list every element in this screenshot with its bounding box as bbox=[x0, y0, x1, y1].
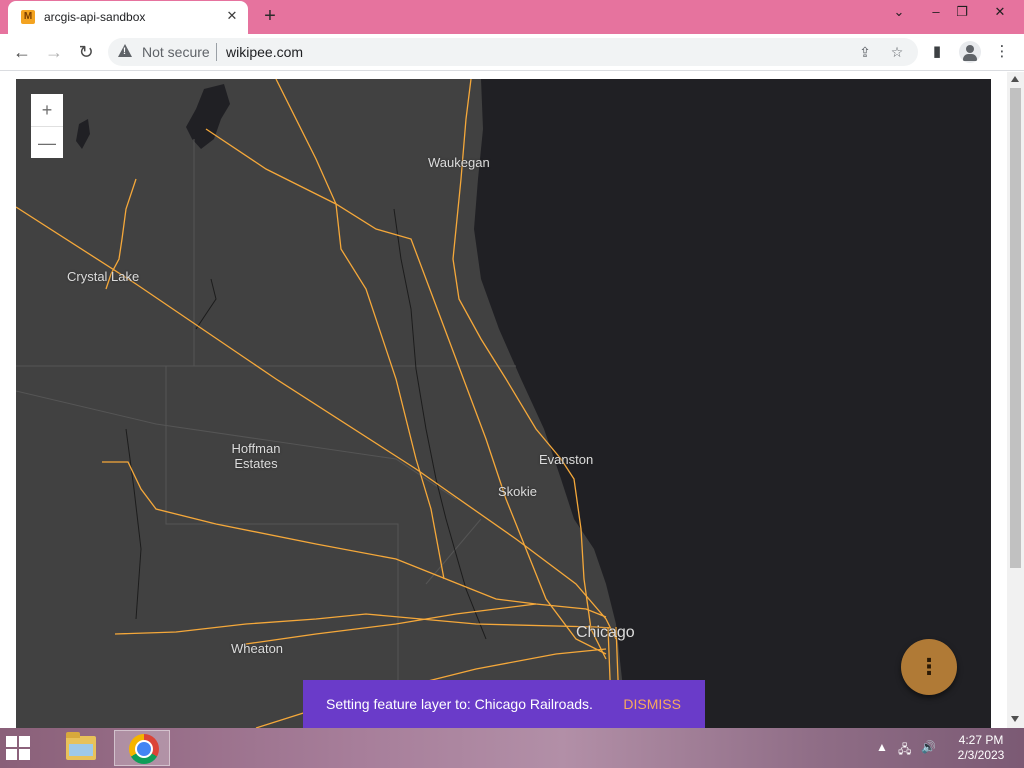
back-button[interactable]: ← bbox=[11, 41, 33, 63]
network-icon[interactable]: 🖧 bbox=[898, 740, 911, 761]
minimize-button[interactable]: – bbox=[926, 4, 946, 20]
map-label-wheaton: Wheaton bbox=[231, 641, 284, 656]
zoom-out-button[interactable]: — bbox=[31, 126, 63, 158]
tab-favicon-icon: M bbox=[21, 10, 35, 24]
map-label-skokie: Skokie bbox=[498, 484, 538, 499]
clock-time: 4:27 PM bbox=[958, 733, 1004, 747]
page-content: + — Waukegan Crystal Lake Hoffman Estate… bbox=[0, 72, 1024, 728]
snackbar: Setting feature layer to: Chicago Railro… bbox=[303, 680, 705, 728]
windows-start-icon[interactable] bbox=[6, 736, 30, 760]
reload-button[interactable]: ↻ bbox=[75, 41, 97, 63]
map-label-chicago: Chicago bbox=[576, 624, 635, 641]
browser-tab-strip: M arcgis-api-sandbox ✕ + ⌄ – ❐ ✕ bbox=[0, 0, 1024, 34]
share-icon[interactable]: ⇪ bbox=[856, 43, 874, 61]
scroll-thumb[interactable] bbox=[1010, 88, 1021, 568]
map-menu-button[interactable]: ⋮ bbox=[901, 639, 957, 695]
warning-icon[interactable] bbox=[118, 44, 132, 57]
scroll-down-arrow-icon[interactable] bbox=[1011, 716, 1019, 722]
profile-avatar-icon[interactable] bbox=[959, 41, 981, 63]
tab-search-button[interactable]: ⌄ bbox=[889, 4, 909, 20]
scroll-up-arrow-icon[interactable] bbox=[1011, 76, 1019, 82]
tab-title: arcgis-api-sandbox bbox=[44, 10, 146, 24]
basemap bbox=[16, 79, 991, 728]
address-bar[interactable]: Not secure wikipee.com ⇪ ☆ bbox=[108, 38, 918, 66]
browser-toolbar: ← → ↻ Not secure wikipee.com ⇪ ☆ ▮ ⋮ bbox=[0, 34, 1024, 71]
forward-button[interactable]: → bbox=[43, 41, 65, 63]
snackbar-message: Setting feature layer to: Chicago Railro… bbox=[326, 696, 593, 712]
url-separator bbox=[216, 43, 217, 61]
chrome-icon bbox=[129, 734, 159, 764]
zoom-control: + — bbox=[31, 94, 63, 158]
tray-chevron-icon[interactable]: ▲ bbox=[876, 740, 888, 754]
system-clock[interactable]: 4:27 PM 2/3/2023 bbox=[950, 733, 1012, 763]
map-label-hoffman-estates: Hoffman Estates bbox=[231, 441, 281, 471]
page-scrollbar[interactable] bbox=[1007, 72, 1024, 728]
new-tab-button[interactable]: + bbox=[260, 6, 280, 26]
tab-close-icon[interactable]: ✕ bbox=[224, 8, 240, 24]
security-label[interactable]: Not secure bbox=[142, 44, 210, 60]
map-label-waukegan: Waukegan bbox=[428, 155, 490, 170]
chrome-taskbar-button[interactable] bbox=[114, 730, 170, 766]
restore-button[interactable]: ❐ bbox=[952, 4, 972, 20]
map-label-evanston: Evanston bbox=[539, 452, 594, 467]
close-window-button[interactable]: ✕ bbox=[990, 4, 1010, 20]
map-view[interactable]: + — Waukegan Crystal Lake Hoffman Estate… bbox=[16, 79, 991, 728]
url-text[interactable]: wikipee.com bbox=[226, 44, 303, 60]
clock-date: 2/3/2023 bbox=[957, 748, 1005, 762]
more-menu-icon[interactable]: ⋮ bbox=[992, 42, 1012, 62]
bookmark-star-icon[interactable]: ☆ bbox=[888, 43, 906, 61]
file-explorer-button[interactable] bbox=[52, 730, 108, 766]
dismiss-button[interactable]: DISMISS bbox=[623, 696, 681, 712]
taskbar: ▲ 🖧 🔊 4:27 PM 2/3/2023 bbox=[0, 728, 1024, 768]
volume-icon[interactable]: 🔊 bbox=[921, 740, 936, 754]
side-panel-icon[interactable]: ▮ bbox=[927, 42, 947, 62]
zoom-in-button[interactable]: + bbox=[31, 94, 63, 126]
browser-tab[interactable]: M arcgis-api-sandbox ✕ bbox=[8, 1, 248, 34]
folder-icon bbox=[66, 732, 96, 760]
map-label-crystal-lake: Crystal Lake bbox=[67, 269, 140, 284]
